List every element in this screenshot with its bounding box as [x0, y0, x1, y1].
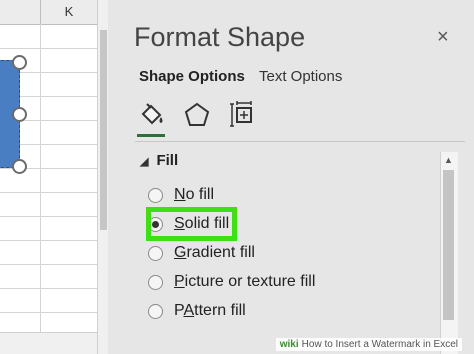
size-properties-icon[interactable]: [228, 100, 258, 130]
gradient-fill-option[interactable]: Gradient fill: [148, 241, 255, 265]
wikihow-logo: wiki: [279, 339, 299, 350]
column-header-k[interactable]: K: [41, 0, 98, 24]
gridline: [0, 312, 97, 313]
gridline: [0, 264, 97, 265]
highlight-box: [146, 207, 237, 241]
pane-title: Format Shape: [134, 22, 306, 52]
gridline: [40, 24, 41, 354]
column-header-row: K: [0, 0, 108, 25]
collapse-arrow-icon[interactable]: ◢: [140, 155, 148, 168]
radio-button[interactable]: [148, 187, 163, 203]
divider: [135, 141, 465, 142]
tab-text-options[interactable]: Text Options: [259, 68, 342, 85]
effects-icon[interactable]: [182, 100, 212, 130]
option-label: No fill: [174, 186, 215, 203]
no-fill-option[interactable]: No fill: [148, 183, 214, 207]
scrollbar-thumb[interactable]: [443, 170, 454, 320]
section-title: Fill: [156, 152, 179, 169]
radio-button[interactable]: [148, 274, 163, 290]
gridline: [0, 240, 97, 241]
watermark-label: wiki How to Insert a Watermark in Excel: [275, 338, 462, 351]
gridline: [0, 216, 97, 217]
gridline: [0, 192, 97, 193]
fill-line-icon[interactable]: [137, 100, 167, 130]
close-icon[interactable]: ×: [437, 26, 449, 49]
pattern-fill-option[interactable]: PAttern fill: [148, 299, 246, 323]
scrollbar-thumb[interactable]: [100, 30, 107, 230]
resize-handle[interactable]: [12, 159, 27, 174]
option-label: Picture or texture fill: [174, 273, 316, 290]
spreadsheet-grid[interactable]: K: [0, 0, 108, 354]
option-label: PAttern fill: [174, 302, 246, 319]
active-icon-indicator: [137, 134, 165, 137]
scroll-up-arrow-icon[interactable]: ▲: [440, 152, 457, 168]
watermark-text: How to Insert a Watermark in Excel: [301, 339, 458, 350]
resize-handle[interactable]: [12, 107, 27, 122]
picture-texture-fill-option[interactable]: Picture or texture fill: [148, 270, 315, 294]
watermark-bar: wiki How to Insert a Watermark in Excel: [0, 338, 474, 354]
radio-button[interactable]: [148, 245, 163, 261]
radio-button[interactable]: [148, 303, 163, 319]
resize-handle[interactable]: [12, 55, 27, 70]
option-label: Gradient fill: [174, 244, 255, 261]
gridline: [0, 288, 97, 289]
gridline: [0, 48, 97, 49]
sheet-vertical-scrollbar[interactable]: [97, 0, 108, 354]
tab-shape-options[interactable]: Shape Options: [139, 68, 245, 85]
column-header-j[interactable]: [0, 0, 41, 24]
fill-section-header[interactable]: ◢ Fill: [140, 152, 178, 169]
